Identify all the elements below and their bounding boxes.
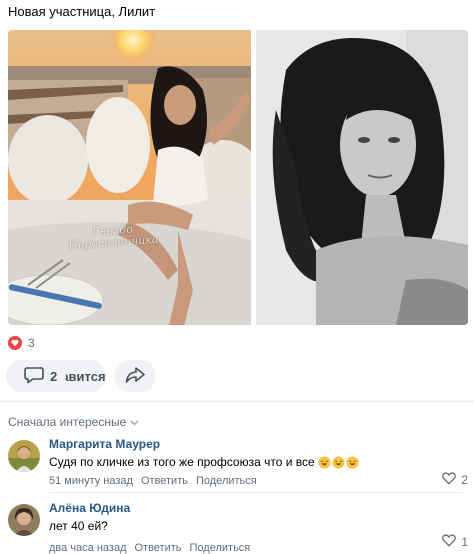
comment-meta: два часа назад Ответить Поделиться	[49, 541, 459, 554]
share-link[interactable]: Поделиться	[196, 474, 257, 488]
heart-badge-icon	[8, 336, 22, 350]
comment-like-count: 2	[461, 473, 468, 487]
likes-count: 3	[28, 336, 35, 350]
comments-sort-dropdown[interactable]: Сначала интересные	[8, 415, 139, 429]
laughing-emoji-icon	[317, 456, 359, 469]
post-actions: Нравится 2	[6, 360, 156, 392]
post-text: Новая участница, Лилит	[8, 4, 156, 19]
comment-button[interactable]: 2	[14, 360, 66, 392]
comment-time[interactable]: два часа назад	[49, 541, 126, 554]
avatar[interactable]	[8, 440, 40, 472]
comment-author[interactable]: Маргарита Маурер	[49, 436, 459, 452]
comment-meta: 51 минуту назад Ответить Поделиться	[49, 474, 459, 488]
comment-like-button[interactable]: 1	[442, 534, 468, 550]
comments-count: 2	[50, 368, 58, 384]
share-button[interactable]	[114, 360, 156, 392]
reactions-summary[interactable]: 3	[8, 336, 35, 350]
post-photos: Гнездо Переселенчика	[8, 30, 468, 325]
comment-like-count: 1	[461, 535, 468, 549]
chevron-down-icon	[130, 415, 139, 429]
heart-outline-icon	[442, 534, 457, 550]
comment-text: лет 40 ей?	[49, 519, 108, 533]
comment-divider	[49, 492, 463, 493]
sort-label: Сначала интересные	[8, 415, 127, 429]
share-arrow-icon	[125, 366, 145, 387]
share-link[interactable]: Поделиться	[190, 541, 251, 554]
comment-text: Судя по кличке из того же профсоюза что …	[49, 454, 459, 471]
avatar[interactable]	[8, 504, 40, 536]
reply-link[interactable]: Ответить	[134, 541, 181, 554]
comment-time[interactable]: 51 минуту назад	[49, 474, 133, 488]
comment-like-button[interactable]: 2	[442, 472, 468, 488]
photo-portrait-bw[interactable]	[256, 30, 468, 325]
reply-link[interactable]: Ответить	[141, 474, 188, 488]
comment-author[interactable]: Алёна Юдина	[49, 500, 459, 516]
speech-bubble-icon	[24, 366, 44, 387]
photo-sunset-bed[interactable]: Гнездо Переселенчика	[8, 30, 251, 325]
section-divider	[0, 401, 474, 402]
heart-outline-icon	[442, 472, 457, 488]
